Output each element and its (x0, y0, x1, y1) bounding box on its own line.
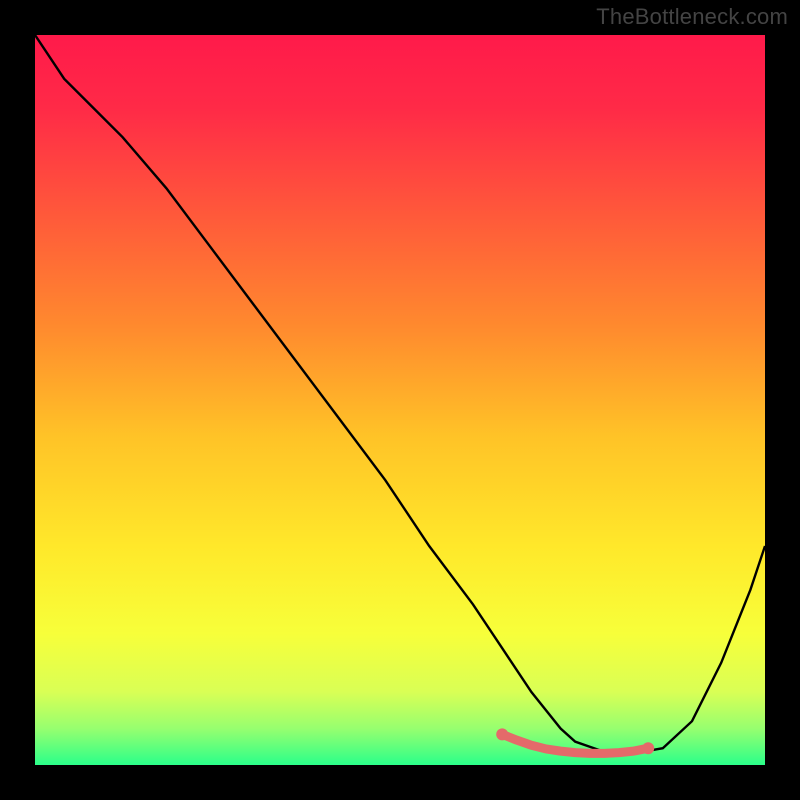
highlight-dot (496, 728, 508, 740)
plot-svg (35, 35, 765, 765)
chart-frame: TheBottleneck.com (0, 0, 800, 800)
plot-area (35, 35, 765, 765)
watermark-text: TheBottleneck.com (596, 4, 788, 30)
gradient-background (35, 35, 765, 765)
highlight-dot (642, 742, 654, 754)
